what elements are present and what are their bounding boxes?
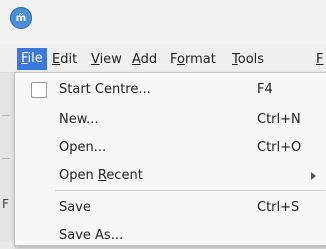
menu-item-shortcut: Ctrl+S — [257, 200, 300, 215]
menu-item-label: Save — [59, 200, 91, 215]
menu-item-label: Start Centre... — [59, 82, 151, 97]
menu-view-label-rest: iew — [99, 52, 122, 67]
menu-f-partial[interactable]: F — [312, 50, 326, 70]
menu-format-label-pre: F — [170, 52, 178, 67]
menu-item-label: Save As... — [59, 228, 124, 243]
menu-item-label: New... — [59, 112, 99, 127]
open-recent-label-pre: Open — [59, 168, 98, 183]
menu-format-label-rest: rmat — [184, 52, 216, 67]
submenu-arrow-icon — [311, 172, 316, 180]
menu-file[interactable]: File — [17, 48, 47, 70]
menu-item-save-as[interactable]: Save As... — [15, 223, 326, 249]
open-recent-label-rest: ecent — [106, 168, 143, 183]
menu-item-shortcut: Ctrl+N — [257, 112, 301, 127]
menu-bar: File Edit View Add Format Tools F — [0, 44, 326, 73]
background-side-text: F — [2, 197, 9, 211]
background-divider — [2, 115, 10, 116]
menu-add-label-rest: dd — [140, 52, 158, 67]
title-bar: m̃ — [0, 0, 326, 44]
menu-edit-label-rest: dit — [60, 52, 78, 67]
menu-item-shortcut: Ctrl+O — [257, 140, 302, 155]
menu-item-start-centre[interactable]: Start Centre... F4 — [15, 77, 326, 103]
menu-f-partial-mnemonic: F — [316, 52, 324, 67]
menu-item-open[interactable]: Open... Ctrl+O — [15, 135, 326, 161]
app-logo-icon[interactable]: m̃ — [10, 7, 32, 29]
background-divider — [2, 158, 10, 159]
menu-item-open-recent[interactable]: Open Recent — [15, 163, 326, 189]
menu-tools[interactable]: Tools — [228, 50, 268, 70]
menu-format[interactable]: Format — [166, 50, 220, 70]
menu-item-shortcut: F4 — [257, 82, 273, 97]
menu-view-mnemonic: V — [91, 52, 100, 67]
menu-file-label-rest: ile — [27, 51, 43, 66]
file-menu-dropdown: Start Centre... F4 New... Ctrl+N Open...… — [14, 72, 326, 246]
menu-format-mnemonic: o — [177, 52, 185, 67]
menu-edit[interactable]: Edit — [48, 50, 81, 70]
menu-add-mnemonic: A — [132, 52, 141, 67]
menu-tools-label-rest: ools — [237, 52, 265, 67]
menu-view[interactable]: View — [87, 50, 126, 70]
menu-separator — [55, 190, 325, 191]
menu-item-label: Open Recent — [59, 163, 143, 189]
menu-item-new[interactable]: New... Ctrl+N — [15, 107, 326, 133]
start-centre-checkbox[interactable] — [31, 82, 47, 98]
menu-item-label: Open... — [59, 140, 107, 155]
menu-add[interactable]: Add — [128, 50, 161, 70]
menu-edit-mnemonic: E — [52, 52, 61, 67]
menu-item-save[interactable]: Save Ctrl+S — [15, 195, 326, 221]
